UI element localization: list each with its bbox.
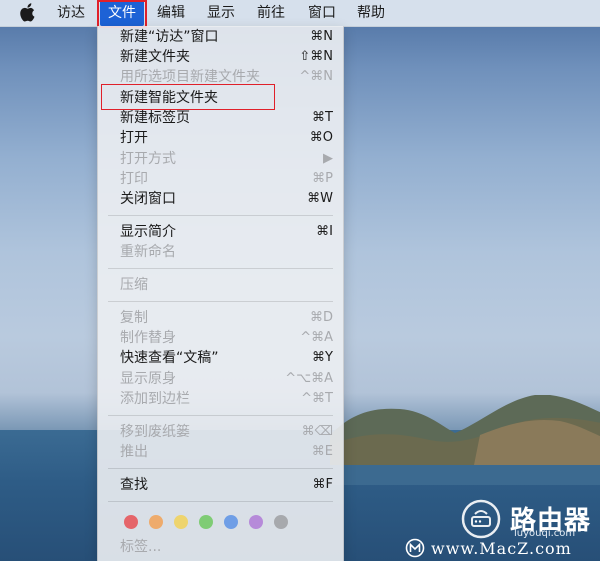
tag-dot-red[interactable] [124,515,138,529]
menu-separator [108,268,333,269]
macz-logo-icon [405,538,425,558]
menu-item-open[interactable]: 打开 ⌘O [98,128,343,148]
menu-item-eject: 推出 ⌘E [120,444,333,460]
menu-finder[interactable]: 访达 [57,0,85,26]
highlight-box-new-smart-folder [101,84,275,110]
menu-item-compress: 压缩 [120,277,148,293]
menu-item-new-folder[interactable]: 新建文件夹 ⇧⌘N [98,47,343,67]
menu-separator [108,215,333,216]
menu-item-open-with: 打开方式 ▶ [120,151,333,167]
watermark-macz-text: www.MacZ.com [431,538,572,558]
menu-separator [108,301,333,302]
menu-separator [108,415,333,416]
menu-item-quick-look[interactable]: 快速查看“文稿” ⌘Y [98,348,343,368]
menu-separator [108,468,333,469]
highlight-box-file-menu [97,0,147,28]
tag-dot-blue[interactable] [224,515,238,529]
menu-item-new-finder-window[interactable]: 新建“访达”窗口 ⌘N [98,27,343,47]
menu-item-add-to-sidebar: 添加到边栏 ^⌘T [120,391,333,407]
menu-item-print: 打印 ⌘P [120,171,333,187]
apple-logo-icon[interactable] [18,3,36,23]
menu-item-close-window[interactable]: 关闭窗口 ⌘W [98,189,343,209]
menu-separator [108,501,333,502]
tag-dot-orange[interactable] [149,515,163,529]
menu-item-find[interactable]: 查找 ⌘F [98,475,343,495]
menu-help[interactable]: 帮助 [357,0,385,26]
island-hills [330,395,600,485]
menu-item-move-to-trash: 移到废纸篓 ⌘⌫ [120,424,333,440]
tag-dot-purple[interactable] [249,515,263,529]
menu-item-rename: 重新命名 [120,244,176,260]
menu-bar: 访达 文件 编辑 显示 前往 窗口 帮助 [0,0,600,27]
menu-view[interactable]: 显示 [207,0,235,26]
tag-dot-gray[interactable] [274,515,288,529]
menu-item-get-info[interactable]: 显示简介 ⌘I [98,222,343,242]
watermark-macz: www.MacZ.com [405,538,572,558]
menu-item-show-original: 显示原身 ^⌥⌘A [120,371,333,387]
menu-item-tags[interactable]: 标签... [120,536,161,556]
menu-item-duplicate: 复制 ⌘D [120,310,333,326]
tag-dot-green[interactable] [199,515,213,529]
menu-go[interactable]: 前往 [257,0,285,26]
menu-edit[interactable]: 编辑 [157,0,185,26]
submenu-arrow-icon: ▶ [323,151,333,166]
tag-dot-yellow[interactable] [174,515,188,529]
router-logo-icon [461,499,501,539]
menu-window[interactable]: 窗口 [308,0,336,26]
menu-item-new-tab[interactable]: 新建标签页 ⌘T [98,108,343,128]
desktop-screen: 访达 文件 编辑 显示 前往 窗口 帮助 新建“访达”窗口 ⌘N 新建文件夹 ⇧… [0,0,600,561]
menu-item-make-alias: 制作替身 ^⌘A [120,330,333,346]
tag-color-row [124,515,288,529]
